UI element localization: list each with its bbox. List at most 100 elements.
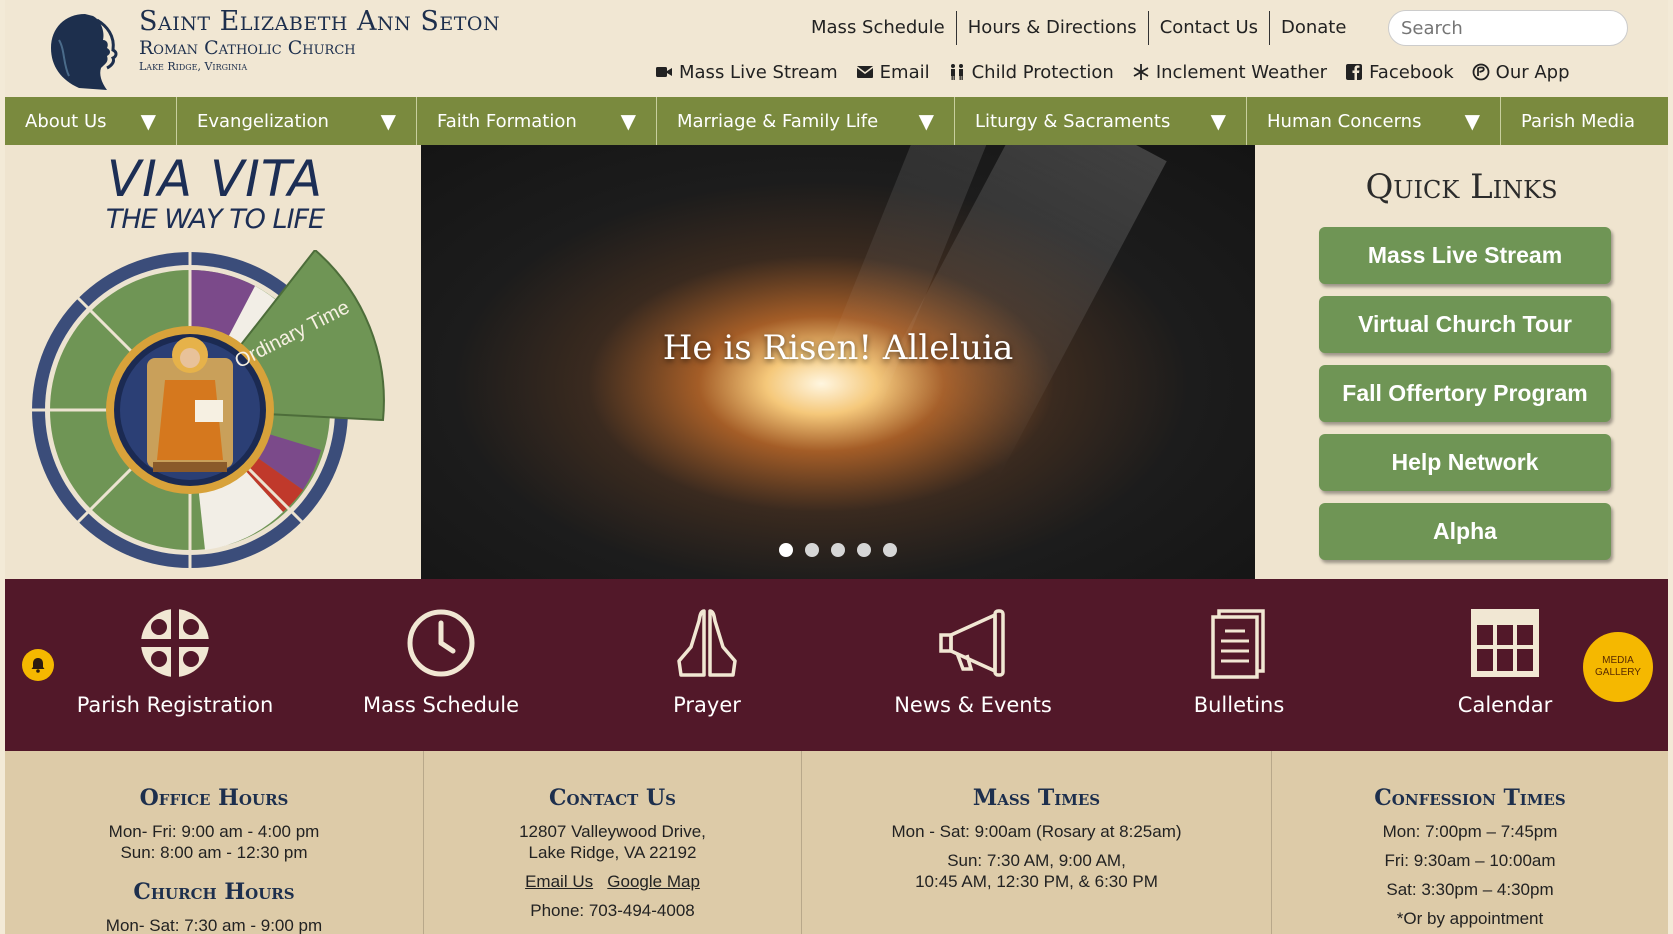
confession-times-column: Confession Times Mon: 7:00pm – 7:45pm Fr… [1271,751,1668,934]
contact-address-line: Lake Ridge, VA 22192 [528,843,697,862]
hero-slider[interactable]: He is Risen! Alleluia [421,145,1255,579]
media-gallery-line2: GALLERY [1595,667,1641,678]
dropdown-triangle-icon[interactable]: ▼ [381,109,396,133]
via-vita-line2: THE WAY TO LIFE [105,204,325,235]
dropdown-triangle-icon[interactable]: ▼ [621,109,636,133]
top-link-hours-directions[interactable]: Hours & Directions [955,11,1148,45]
band-label: Parish Registration [76,693,274,717]
dropdown-triangle-icon[interactable]: ▼ [1465,109,1480,133]
util-label: Email [879,61,930,83]
contact-phone: Phone: 703-494-4008 [530,901,695,920]
nav-liturgy-sacraments[interactable]: Liturgy & Sacraments ▼ [955,97,1247,145]
page: Saint Elizabeth Ann Seton Roman Catholic… [5,0,1668,934]
children-icon [950,64,963,80]
mass-times-line: Sun: 7:30 AM, 9:00 AM, [947,851,1126,870]
nav-about-us[interactable]: About Us ▼ [5,97,177,145]
notification-bell-button[interactable] [22,649,54,681]
slider-dot-1[interactable] [779,543,793,557]
dropdown-triangle-icon[interactable]: ▼ [141,109,156,133]
slider-dots [421,543,1255,557]
via-vita-panel[interactable]: VIA VITA THE WAY TO LIFE Ordinary Time [5,145,421,579]
top-links: Mass Schedule Hours & Directions Contact… [800,10,1357,46]
office-hours-column: Office Hours Mon- Fri: 9:00 am - 4:00 pm… [5,751,423,934]
util-inclement-weather[interactable]: Inclement Weather [1132,62,1327,83]
media-gallery-line1: MEDIA [1602,655,1634,666]
band-label: Mass Schedule [362,693,520,717]
quick-link-alpha[interactable]: Alpha [1319,503,1611,560]
slider-dot-4[interactable] [857,543,871,557]
mass-times-column: Mass Times Mon - Sat: 9:00am (Rosary at … [801,751,1271,934]
nav-faith-formation[interactable]: Faith Formation ▼ [417,97,657,145]
confession-line: *Or by appointment [1396,909,1544,928]
top-link-donate[interactable]: Donate [1269,11,1357,45]
dropdown-triangle-icon[interactable]: ▼ [919,109,934,133]
slider-dot-2[interactable] [805,543,819,557]
megaphone-icon [939,609,1005,677]
quick-link-help-network[interactable]: Help Network [1319,434,1611,491]
util-label: Facebook [1369,61,1454,83]
slider-dot-3[interactable] [831,543,845,557]
nav-label: Liturgy & Sacraments [975,110,1171,132]
media-gallery-button[interactable]: MEDIA GALLERY [1583,632,1653,702]
office-hours-title: Office Hours [139,785,289,811]
util-mass-live-stream[interactable]: Mass Live Stream [655,62,838,83]
mass-times-line: 10:45 AM, 12:30 PM, & 6:30 PM [915,872,1158,891]
mass-times-title: Mass Times [972,785,1101,811]
nav-label: Faith Formation [437,110,577,132]
contact-address-line: 12807 Valleywood Drive, [519,822,706,841]
nav-parish-media[interactable]: Parish Media [1501,97,1668,145]
envelope-icon [856,66,874,78]
search-input[interactable] [1401,17,1626,39]
snowflake-icon [1133,64,1149,80]
nav-human-concerns[interactable]: Human Concerns ▼ [1247,97,1501,145]
seton-profile-logo-icon[interactable] [45,10,123,90]
band-mass-schedule[interactable]: Mass Schedule [321,607,561,717]
confession-line: Sat: 3:30pm – 4:30pm [1386,880,1554,899]
bell-icon [31,658,45,673]
util-child-protection[interactable]: Child Protection [948,62,1114,83]
confession-line: Fri: 9:30am – 10:00am [1384,851,1556,870]
band-prayer[interactable]: Prayer [587,607,827,717]
quick-link-mass-live-stream[interactable]: Mass Live Stream [1319,227,1611,284]
google-map-link[interactable]: Google Map [607,872,700,891]
brand-title[interactable]: Saint Elizabeth Ann Seton [139,6,500,37]
band-label: News & Events [894,693,1052,717]
nav-marriage-family-life[interactable]: Marriage & Family Life ▼ [657,97,955,145]
band-parish-registration[interactable]: Parish Registration [55,607,295,717]
contact-column: Contact Us 12807 Valleywood Drive, Lake … [423,751,801,934]
church-hours-line: Mon- Sat: 7:30 am - 9:00 pm [105,916,323,934]
util-our-app[interactable]: Our App [1472,62,1570,83]
util-label: Our App [1495,61,1570,83]
via-vita-line1: VIA VITA [106,150,324,208]
dropdown-triangle-icon[interactable]: ▼ [1211,109,1226,133]
slider-dot-5[interactable] [883,543,897,557]
nav-evangelization[interactable]: Evangelization ▼ [177,97,417,145]
quick-link-fall-offertory-program[interactable]: Fall Offertory Program [1319,365,1611,422]
liturgical-calendar-wheel[interactable]: Ordinary Time [25,250,415,575]
info-section: Office Hours Mon- Fri: 9:00 am - 4:00 pm… [5,751,1668,934]
calendar-icon [1471,609,1539,677]
document-icon [1211,609,1265,679]
band-bulletins[interactable]: Bulletins [1119,607,1359,717]
quick-link-virtual-church-tour[interactable]: Virtual Church Tour [1319,296,1611,353]
feature-band: Parish Registration Mass Schedule Prayer [5,579,1668,751]
site-header: Saint Elizabeth Ann Seton Roman Catholic… [5,0,1668,97]
top-link-mass-schedule[interactable]: Mass Schedule [800,11,956,45]
band-news-events[interactable]: News & Events [853,607,1093,717]
top-link-contact-us[interactable]: Contact Us [1147,11,1269,45]
util-email[interactable]: Email [856,62,930,83]
mass-times-line: Mon - Sat: 9:00am (Rosary at 8:25am) [891,822,1182,841]
nav-label: Marriage & Family Life [677,110,879,132]
util-facebook[interactable]: Facebook [1345,62,1454,83]
email-us-link[interactable]: Email Us [525,872,593,891]
clock-icon [407,609,475,677]
band-label: Prayer [673,693,741,717]
church-cross-icon [141,609,209,677]
nav-label: Evangelization [197,110,329,132]
nav-label: About Us [25,110,107,132]
church-hours-title: Church Hours [133,879,295,905]
via-vita-heading: VIA VITA THE WAY TO LIFE [105,153,325,235]
band-label: Calendar [1457,693,1553,717]
confession-line: Mon: 7:00pm – 7:45pm [1382,822,1558,841]
nav-label: Human Concerns [1267,110,1422,132]
